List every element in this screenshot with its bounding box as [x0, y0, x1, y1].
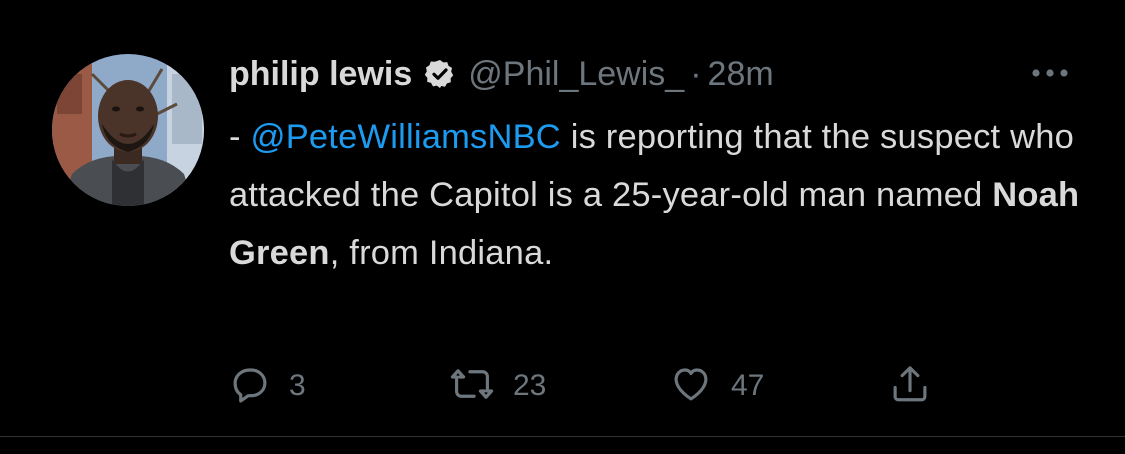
divider: [0, 436, 1125, 437]
separator-dot: ·: [690, 54, 702, 93]
heart-icon: [669, 363, 713, 410]
avatar-photo: [52, 54, 204, 206]
reply-icon: [229, 363, 271, 410]
handle[interactable]: @Phil_Lewis_: [468, 55, 684, 94]
tweet[interactable]: philip lewis @Phil_Lewis_ · 28m - @PeteW…: [0, 0, 1125, 454]
more-options-icon[interactable]: [1026, 58, 1074, 88]
reply-count: 3: [289, 369, 306, 402]
display-name[interactable]: philip lewis: [229, 55, 412, 94]
tweet-text: - @PeteWilliamsNBC is reporting that the…: [229, 108, 1099, 282]
tweet-header: philip lewis @Phil_Lewis_ · 28m: [229, 52, 774, 96]
text-prefix: -: [229, 118, 251, 156]
share-icon: [889, 362, 931, 411]
mention-link[interactable]: @PeteWilliamsNBC: [250, 118, 560, 156]
timestamp[interactable]: 28m: [708, 55, 774, 94]
like-count: 47: [731, 369, 765, 402]
reply-button[interactable]: 3: [229, 360, 306, 412]
action-bar: 3 23 47: [229, 360, 949, 412]
share-button[interactable]: [889, 360, 931, 412]
text-part-2: , from Indiana.: [329, 234, 554, 272]
retweet-count: 23: [513, 369, 547, 402]
verified-badge-icon: [424, 58, 456, 90]
retweet-button[interactable]: 23: [449, 360, 546, 412]
like-button[interactable]: 47: [669, 360, 764, 412]
avatar[interactable]: [52, 54, 204, 206]
retweet-icon: [449, 363, 495, 410]
